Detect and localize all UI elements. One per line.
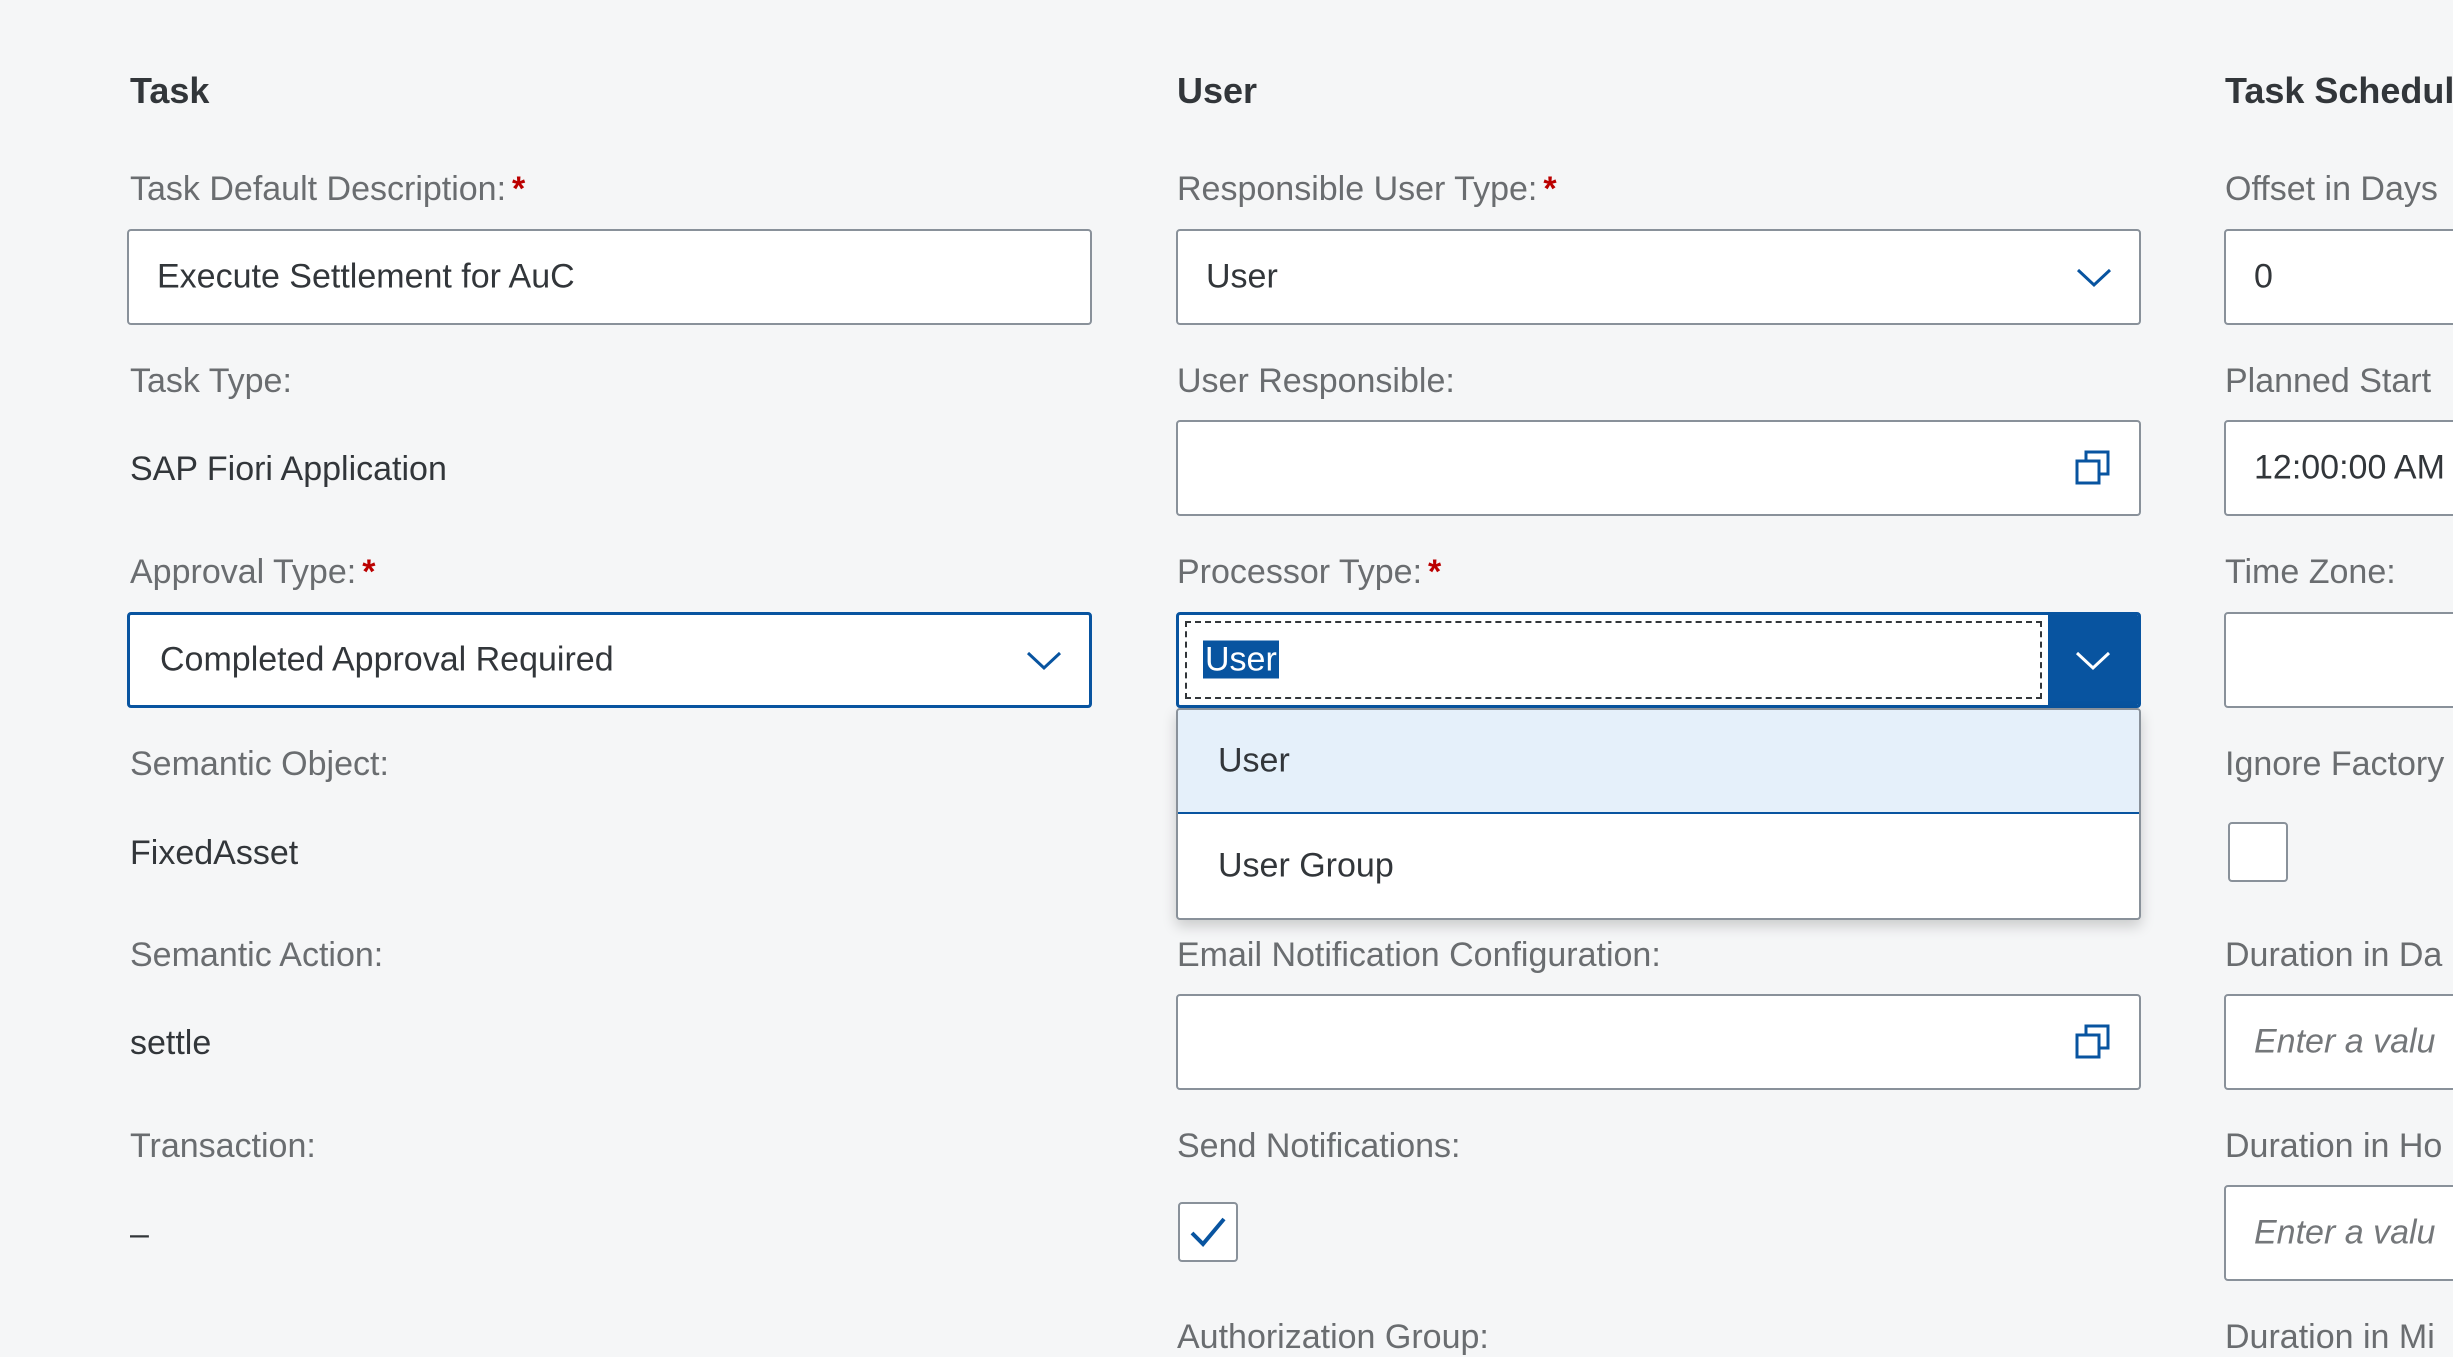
list-item[interactable]: User: [1178, 710, 2139, 814]
ignore-factory-calendar-label: Ignore Factory: [2225, 745, 2445, 783]
duration-in-days-label: Duration in Da: [2225, 936, 2443, 974]
responsible-user-type-label: Responsible User Type: *: [1177, 170, 1557, 209]
user-section-title: User: [1177, 70, 1258, 111]
processor-type-value: User: [1203, 640, 1279, 679]
required-marker: *: [512, 170, 526, 208]
planned-start-label: Planned Start: [2225, 362, 2432, 400]
offset-in-days-value: 0: [2254, 257, 2273, 296]
semantic-object-value: FixedAsset: [130, 834, 299, 872]
planned-start-value: 12:00:00 AM: [2254, 448, 2445, 487]
email-notification-label: Email Notification Configuration:: [1177, 936, 1661, 974]
task-section-title: Task: [130, 70, 210, 111]
value-help-icon[interactable]: [2073, 1022, 2113, 1062]
option-label: User Group: [1218, 846, 1394, 885]
processor-type-select[interactable]: User: [1176, 612, 2141, 708]
semantic-object-label: Semantic Object:: [130, 745, 389, 783]
responsible-user-type-select[interactable]: User: [1176, 229, 2141, 325]
focus-outline: [1185, 621, 2042, 699]
list-item[interactable]: User Group: [1178, 814, 2139, 918]
authorization-group-label: Authorization Group:: [1177, 1318, 1489, 1356]
processor-type-dropdown-list: User User Group: [1176, 708, 2141, 920]
task-schedule-section-title: Task Schedul: [2225, 70, 2453, 111]
offset-in-days-label: Offset in Days: [2225, 170, 2438, 208]
duration-in-hours-input[interactable]: Enter a valu: [2224, 1185, 2453, 1281]
approval-type-select[interactable]: Completed Approval Required: [127, 612, 1092, 708]
processor-type-label: Processor Type: *: [1177, 553, 1441, 592]
required-marker: *: [1543, 170, 1557, 208]
task-type-label: Task Type:: [130, 362, 292, 400]
duration-in-hours-placeholder: Enter a valu: [2254, 1213, 2436, 1252]
semantic-action-label: Semantic Action:: [130, 936, 384, 974]
send-notifications-label: Send Notifications:: [1177, 1127, 1461, 1165]
processor-type-dropdown-button[interactable]: [2048, 615, 2138, 705]
duration-in-days-input[interactable]: Enter a valu: [2224, 994, 2453, 1090]
value-help-icon[interactable]: [2073, 448, 2113, 488]
task-default-description-value: Execute Settlement for AuC: [157, 257, 575, 296]
task-default-description-label: Task Default Description: *: [130, 170, 525, 209]
transaction-label: Transaction:: [130, 1127, 316, 1165]
required-marker: *: [1428, 553, 1442, 591]
duration-in-hours-label: Duration in Ho: [2225, 1127, 2443, 1165]
user-responsible-label: User Responsible:: [1177, 362, 1455, 400]
chevron-down-icon[interactable]: [2075, 265, 2113, 289]
duration-in-days-placeholder: Enter a valu: [2254, 1022, 2436, 1061]
task-type-value: SAP Fiori Application: [130, 450, 447, 488]
processor-type-value-wrap: User: [1203, 640, 1279, 680]
email-notification-input[interactable]: [1176, 994, 2141, 1090]
chevron-down-icon[interactable]: [1025, 648, 1063, 672]
planned-start-input[interactable]: 12:00:00 AM: [2224, 420, 2453, 516]
option-label: User: [1218, 741, 1290, 780]
transaction-value: –: [130, 1215, 149, 1253]
semantic-action-value: settle: [130, 1024, 212, 1062]
send-notifications-checkbox[interactable]: [1178, 1202, 1238, 1262]
processor-type-label-text: Processor Type:: [1177, 553, 1423, 591]
offset-in-days-input[interactable]: 0: [2224, 229, 2453, 325]
ignore-factory-calendar-checkbox[interactable]: [2228, 822, 2288, 882]
user-responsible-input[interactable]: [1176, 420, 2141, 516]
responsible-user-type-label-text: Responsible User Type:: [1177, 170, 1538, 208]
required-marker: *: [362, 553, 376, 591]
duration-in-minutes-label: Duration in Mi: [2225, 1318, 2435, 1356]
checkmark-icon: [1190, 1217, 1226, 1247]
approval-type-label-text: Approval Type:: [130, 553, 357, 591]
time-zone-input[interactable]: [2224, 612, 2453, 708]
approval-type-label: Approval Type: *: [130, 553, 375, 592]
approval-type-value: Completed Approval Required: [160, 640, 614, 679]
chevron-down-icon: [2075, 651, 2111, 671]
task-default-description-input[interactable]: Execute Settlement for AuC: [127, 229, 1092, 325]
time-zone-label: Time Zone:: [2225, 553, 2396, 591]
responsible-user-type-value: User: [1206, 257, 1278, 296]
task-default-description-label-text: Task Default Description:: [130, 170, 507, 208]
